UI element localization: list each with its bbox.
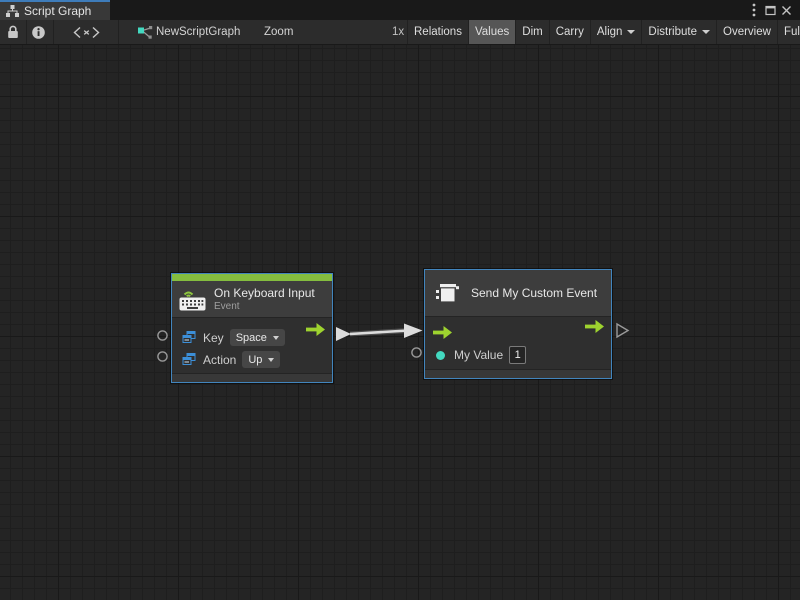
tab-title: Script Graph bbox=[24, 4, 91, 18]
port-row-action: Action Up bbox=[172, 349, 332, 370]
key-dropdown[interactable]: Space bbox=[230, 329, 285, 346]
event-node-accent-bar bbox=[172, 274, 332, 281]
port-row-my-value: My Value 1 bbox=[425, 344, 611, 366]
flow-output-port[interactable] bbox=[306, 323, 325, 341]
code-angle-icon[interactable] bbox=[73, 20, 100, 44]
key-input-port-circle[interactable] bbox=[156, 329, 169, 342]
keyboard-icon bbox=[179, 288, 206, 311]
node-body: My Value 1 bbox=[425, 317, 611, 369]
flow-output-port[interactable] bbox=[585, 320, 604, 338]
node-title: On Keyboard Input bbox=[214, 286, 315, 300]
object-variable-icon bbox=[182, 353, 196, 366]
tab-script-graph[interactable]: Script Graph bbox=[0, 0, 110, 20]
flow-continue-port-triangle[interactable] bbox=[615, 322, 631, 339]
graph-name-label[interactable]: NewScriptGraph bbox=[156, 20, 240, 44]
node-title: Send My Custom Event bbox=[471, 286, 597, 300]
title-bar: Script Graph bbox=[0, 0, 800, 20]
full-screen-button[interactable]: Full Screen bbox=[777, 20, 800, 44]
port-label: Action bbox=[203, 353, 236, 367]
dim-button[interactable]: Dim bbox=[515, 20, 548, 44]
flow-port-row bbox=[425, 321, 611, 343]
value-port-dot[interactable] bbox=[436, 351, 445, 360]
info-icon[interactable] bbox=[31, 20, 46, 44]
maximize-icon[interactable] bbox=[762, 0, 778, 20]
my-value-input[interactable]: 1 bbox=[509, 346, 526, 364]
chevron-down-icon bbox=[268, 358, 274, 362]
port-label: Key bbox=[203, 331, 224, 345]
script-graph-asset-icon bbox=[138, 20, 153, 44]
close-icon[interactable] bbox=[778, 0, 794, 20]
chevron-down-icon bbox=[627, 30, 635, 34]
flow-input-port[interactable] bbox=[433, 326, 452, 339]
graph-canvas[interactable] bbox=[0, 45, 800, 600]
my-value-outer-port-circle[interactable] bbox=[410, 346, 423, 359]
node-subtitle: Event bbox=[214, 301, 315, 312]
action-dropdown[interactable]: Up bbox=[242, 351, 280, 368]
custom-event-icon bbox=[435, 282, 461, 304]
node-footer bbox=[425, 369, 611, 378]
chevron-down-icon bbox=[273, 336, 279, 340]
chevron-down-icon bbox=[702, 30, 710, 34]
distribute-dropdown-button[interactable]: Distribute bbox=[641, 20, 716, 44]
port-label: My Value bbox=[454, 348, 503, 362]
node-footer bbox=[172, 373, 332, 382]
node-send-my-custom-event[interactable]: Send My Custom Event My Value 1 bbox=[424, 269, 612, 379]
node-on-keyboard-input[interactable]: On Keyboard Input Event Key Space bbox=[171, 273, 333, 383]
zoom-value: 1x bbox=[392, 20, 404, 44]
align-dropdown-button[interactable]: Align bbox=[590, 20, 642, 44]
graph-toolbar: NewScriptGraph Zoom 1x Relations Values … bbox=[0, 20, 800, 45]
node-header: On Keyboard Input Event bbox=[172, 281, 332, 318]
zoom-label: Zoom bbox=[264, 20, 293, 44]
graph-hierarchy-icon bbox=[6, 5, 19, 17]
node-header: Send My Custom Event bbox=[425, 270, 611, 317]
overview-button[interactable]: Overview bbox=[716, 20, 777, 44]
node-body: Key Space Action bbox=[172, 318, 332, 373]
kebab-menu-icon[interactable] bbox=[746, 0, 762, 20]
script-graph-window: Script Graph bbox=[0, 0, 800, 600]
values-button[interactable]: Values bbox=[468, 20, 515, 44]
action-input-port-circle[interactable] bbox=[156, 350, 169, 363]
lock-icon[interactable] bbox=[7, 20, 19, 44]
carry-button[interactable]: Carry bbox=[549, 20, 590, 44]
toolbar-buttons: Relations Values Dim Carry Align Distrib… bbox=[407, 20, 800, 44]
object-variable-icon bbox=[182, 331, 196, 344]
relations-button[interactable]: Relations bbox=[407, 20, 468, 44]
